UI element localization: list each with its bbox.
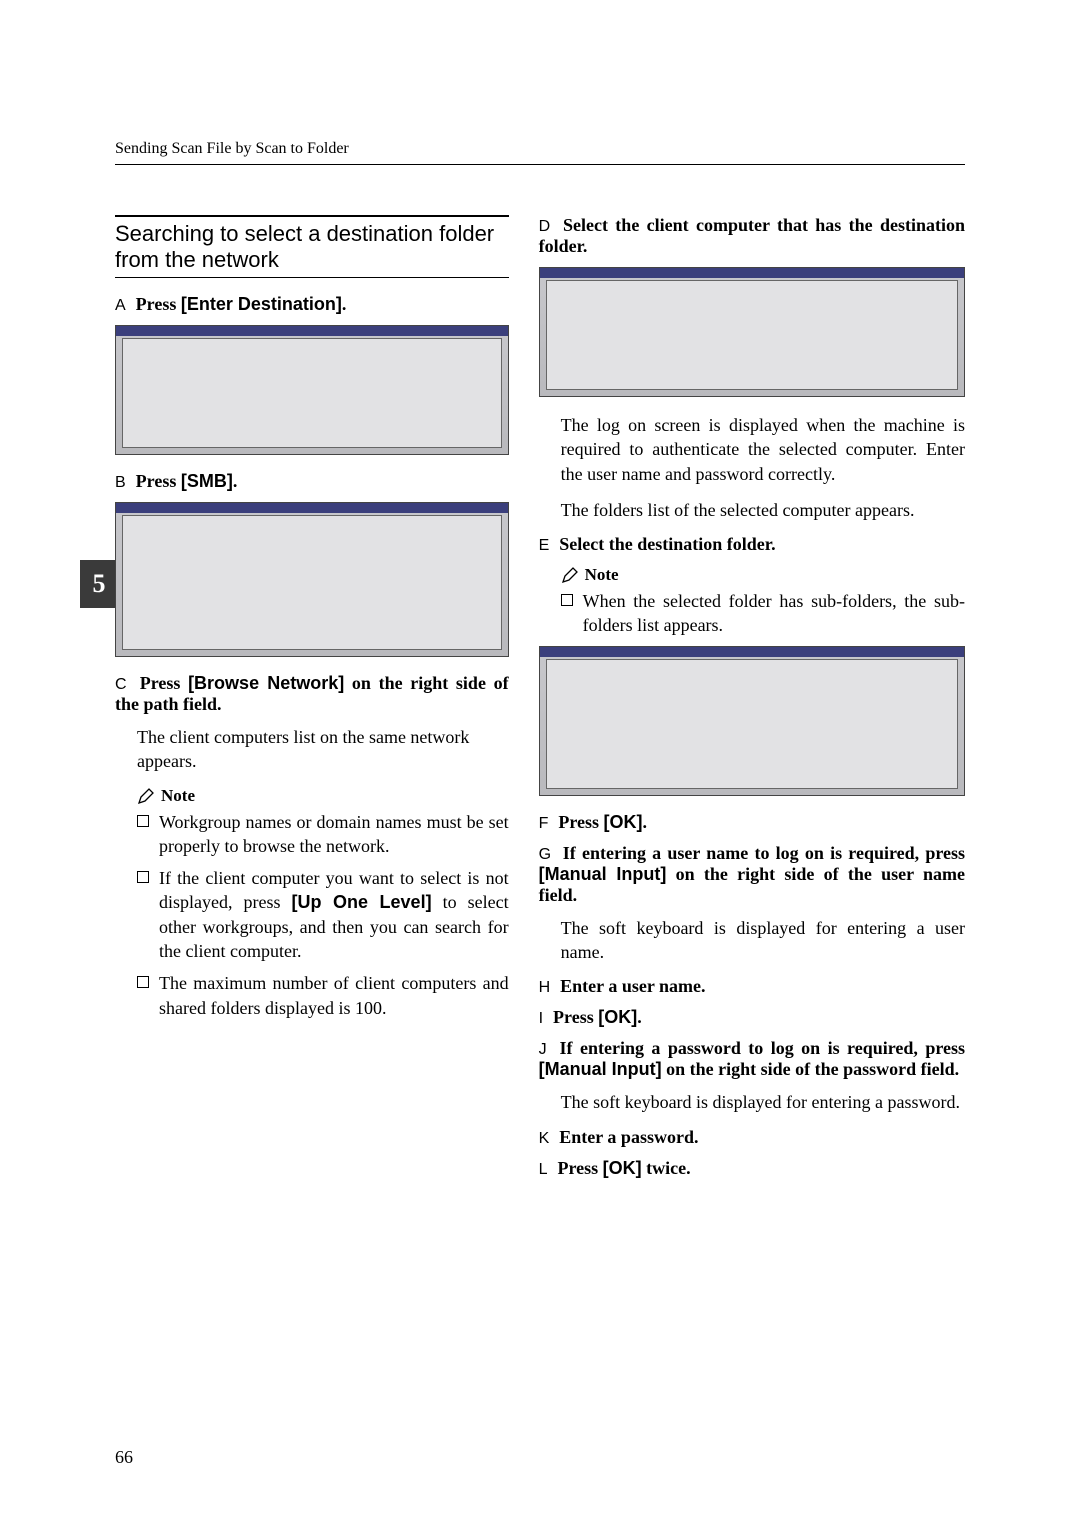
step-pre: Press — [136, 471, 181, 491]
step-post: twice. — [642, 1158, 691, 1178]
screenshot-client-list — [539, 267, 965, 397]
section-title: Searching to select a destination folder… — [115, 215, 509, 278]
screenshot-enter-destination — [115, 325, 509, 455]
step-j: J If entering a password to log on is re… — [539, 1038, 965, 1080]
step-letter: E — [539, 537, 550, 554]
note-item-1: Workgroup names or domain names must be … — [137, 810, 509, 859]
step-key: [OK] — [598, 1007, 637, 1027]
note-item-3: The maximum number of client computers a… — [137, 971, 509, 1020]
step-letter: H — [539, 979, 551, 996]
step-key: [SMB] — [181, 471, 233, 491]
note-key: [Up One Level] — [292, 892, 432, 912]
step-letter: I — [539, 1010, 543, 1027]
pencil-icon — [137, 787, 155, 805]
step-d: D Select the client computer that has th… — [539, 215, 965, 257]
content-columns: Searching to select a destination folder… — [115, 215, 965, 1189]
step-pre: Press — [553, 1007, 598, 1027]
step-pre: If entering a user name to log on is req… — [563, 843, 965, 863]
step-post: on the right side of the password field. — [662, 1059, 960, 1079]
step-key: [Manual Input] — [539, 864, 667, 884]
step-l: L Press [OK] twice. — [539, 1158, 965, 1179]
para-d2: The folders list of the selected compute… — [561, 498, 965, 522]
step-f: F Press [OK]. — [539, 812, 965, 833]
bullet-icon — [137, 976, 149, 988]
step-post: . — [342, 294, 347, 314]
step-key: [OK] — [604, 812, 643, 832]
step-a: A Press [Enter Destination]. — [115, 294, 509, 315]
step-letter: K — [539, 1130, 550, 1147]
step-key: [Enter Destination] — [181, 294, 342, 314]
para-g: The soft keyboard is displayed for enter… — [561, 916, 965, 965]
chapter-tab: 5 — [80, 560, 118, 608]
step-h: H Enter a user name. — [539, 976, 965, 997]
step-post: . — [233, 471, 238, 491]
para-c: The client computers list on the same ne… — [137, 725, 509, 774]
screenshot-folder-list — [539, 646, 965, 796]
step-i: I Press [OK]. — [539, 1007, 965, 1028]
step-text: Select the client computer that has the … — [539, 215, 965, 256]
note-text: If the client computer you want to selec… — [159, 866, 509, 963]
note-text: When the selected folder has sub-folders… — [583, 589, 965, 638]
step-b: B Press [SMB]. — [115, 471, 509, 492]
step-pre: If entering a password to log on is requ… — [560, 1038, 965, 1058]
step-letter: G — [539, 846, 551, 863]
note-heading: Note — [137, 786, 509, 806]
step-letter: J — [539, 1041, 547, 1058]
screenshot-smb — [115, 502, 509, 657]
bullet-icon — [561, 594, 573, 606]
step-e: E Select the destination folder. — [539, 534, 965, 555]
step-key: [OK] — [603, 1158, 642, 1178]
step-key: [Manual Input] — [539, 1059, 662, 1079]
step-letter: L — [539, 1161, 548, 1178]
bullet-icon — [137, 815, 149, 827]
step-letter: C — [115, 676, 127, 693]
step-letter: F — [539, 815, 549, 832]
note-heading: Note — [561, 565, 965, 585]
step-text: Enter a password. — [559, 1127, 698, 1147]
bullet-icon — [137, 871, 149, 883]
para-j: The soft keyboard is displayed for enter… — [561, 1090, 965, 1114]
step-c: C Press [Browse Network] on the right si… — [115, 673, 509, 715]
step-letter: B — [115, 474, 126, 491]
step-key: [Browse Network] — [188, 673, 344, 693]
step-pre: Press — [558, 1158, 603, 1178]
para-d1: The log on screen is displayed when the … — [561, 413, 965, 486]
step-letter: D — [539, 218, 551, 235]
running-header: Sending Scan File by Scan to Folder — [115, 140, 965, 165]
left-column: Searching to select a destination folder… — [115, 215, 509, 1189]
step-post: . — [643, 812, 648, 832]
note-label: Note — [161, 786, 195, 806]
note-item-2: If the client computer you want to selec… — [137, 866, 509, 963]
pencil-icon — [561, 566, 579, 584]
step-letter: A — [115, 297, 126, 314]
step-text: Select the destination folder. — [559, 534, 775, 554]
step-g: G If entering a user name to log on is r… — [539, 843, 965, 906]
step-text: Enter a user name. — [560, 976, 705, 996]
page-number: 66 — [115, 1447, 133, 1468]
step-k: K Enter a password. — [539, 1127, 965, 1148]
step-post: . — [637, 1007, 642, 1027]
note-item-e: When the selected folder has sub-folders… — [561, 589, 965, 638]
step-pre: Press — [140, 673, 188, 693]
step-pre: Press — [558, 812, 603, 832]
note-text: Workgroup names or domain names must be … — [159, 810, 509, 859]
note-text: The maximum number of client computers a… — [159, 971, 509, 1020]
note-label: Note — [585, 565, 619, 585]
step-pre: Press — [136, 294, 181, 314]
right-column: D Select the client computer that has th… — [539, 215, 965, 1189]
